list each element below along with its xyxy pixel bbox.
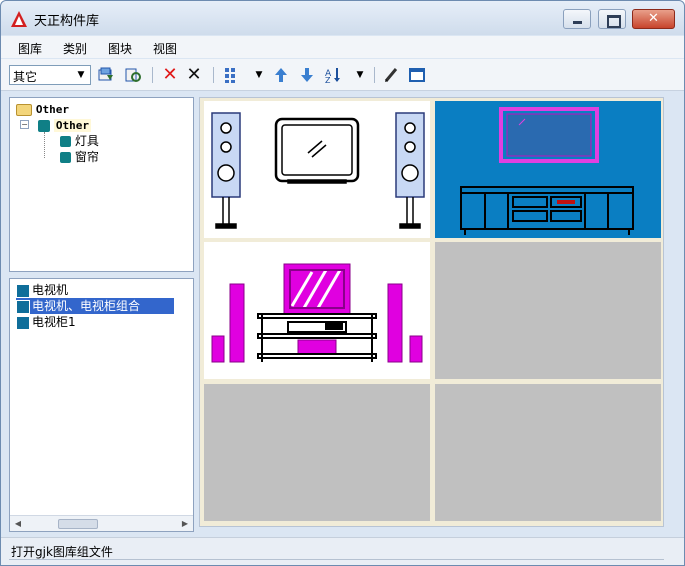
toolbar-separator	[152, 67, 153, 83]
chevron-down-icon: ▼	[77, 70, 85, 80]
delete-icon[interactable]: ✕	[185, 66, 203, 84]
menu-category[interactable]: 类别	[63, 40, 87, 57]
category-select-value: 其它	[13, 70, 38, 84]
list-item[interactable]: 电视机	[16, 282, 68, 298]
horizontal-scrollbar[interactable]: ◀ ▶	[10, 515, 193, 531]
status-bar: 打开gjk图库组文件	[1, 537, 684, 565]
minimize-button[interactable]	[563, 9, 591, 29]
scroll-thumb[interactable]	[58, 519, 98, 529]
menu-block[interactable]: 图块	[108, 40, 132, 57]
block-icon	[16, 315, 30, 330]
tree-collapse-icon[interactable]: −	[20, 120, 29, 129]
category-node-icon	[38, 119, 50, 132]
scroll-left-icon[interactable]: ◀	[12, 518, 24, 530]
list-item-label: 电视机	[32, 283, 69, 297]
preview-grid	[199, 97, 664, 527]
toolbar-separator	[374, 67, 375, 83]
folder-icon	[16, 103, 32, 116]
close-button[interactable]: ✕	[632, 9, 675, 29]
app-logo-icon	[11, 11, 27, 27]
scroll-right-icon[interactable]: ▶	[179, 518, 191, 530]
toolbar: 其它 ▼ ✕ ✕ ▼ AZ ▼	[1, 59, 684, 91]
move-up-icon[interactable]	[272, 66, 290, 84]
tree-root[interactable]: Other	[16, 101, 69, 117]
list-item-selected[interactable]: 电视机、电视柜组合	[16, 298, 174, 314]
open-library-icon[interactable]	[97, 66, 115, 84]
preview-cell-tv-combo[interactable]	[204, 242, 430, 379]
preview-cell-empty	[204, 384, 430, 521]
preview-cell-empty	[435, 384, 661, 521]
view-mode-dropdown-icon[interactable]: ▼	[250, 66, 268, 84]
block-node-icon	[60, 152, 71, 163]
menu-library[interactable]: 图库	[18, 40, 42, 57]
tree-item-curtains[interactable]: 窗帘	[60, 149, 99, 165]
app-window: 天正构件库 ✕ 图库 类别 图块 视图 其它 ▼ ✕ ✕ ▼ A Z ▼ Oth…	[0, 0, 685, 566]
tv-combo-thumbnail	[211, 263, 423, 363]
tree-root-label: Other	[35, 103, 69, 116]
tree-guide-line	[44, 132, 45, 158]
tree-item-lamps[interactable]: 灯具	[60, 133, 99, 149]
delete-red-icon[interactable]: ✕	[161, 66, 179, 84]
preview-cell-empty	[435, 242, 661, 379]
list-item-label: 电视机、电视柜组合	[32, 299, 141, 313]
title-bar[interactable]: 天正构件库 ✕	[1, 1, 684, 35]
sort-dropdown-icon[interactable]: ▼	[351, 66, 369, 84]
block-icon	[16, 299, 30, 314]
edit-icon[interactable]	[382, 66, 400, 84]
menu-bar: 图库 类别 图块 视图	[1, 36, 684, 58]
list-item[interactable]: 电视柜1	[16, 314, 76, 330]
block-list[interactable]: 电视机 电视机、电视柜组合 电视柜1 ◀ ▶	[9, 278, 194, 532]
block-node-icon	[60, 136, 71, 147]
svg-text:Z: Z	[325, 76, 331, 84]
menu-view[interactable]: 视图	[153, 40, 177, 57]
tv-cabinet-thumbnail	[460, 107, 634, 235]
browse-library-icon[interactable]	[124, 66, 142, 84]
category-select[interactable]: 其它 ▼	[9, 65, 91, 85]
view-mode-icon[interactable]	[223, 66, 241, 84]
maximize-button[interactable]	[598, 9, 626, 29]
move-down-icon[interactable]	[298, 66, 316, 84]
tree-item-label: 灯具	[74, 134, 99, 148]
preview-cell-tv-cabinet-selected[interactable]	[435, 101, 661, 238]
tv-speakers-thumbnail	[211, 112, 425, 229]
list-item-label: 电视柜1	[32, 315, 76, 329]
window-title: 天正构件库	[34, 14, 100, 29]
close-icon: ✕	[648, 11, 659, 26]
status-text: 打开gjk图库组文件	[11, 545, 113, 559]
block-icon	[16, 283, 30, 298]
window-icon[interactable]	[408, 66, 426, 84]
tree-item-label: 窗帘	[74, 150, 99, 164]
tree-node-label: Other	[53, 119, 91, 132]
tree-node-other[interactable]: Other	[38, 117, 91, 133]
preview-cell-tv-speakers[interactable]	[204, 101, 430, 238]
sort-icon[interactable]: AZ	[324, 66, 342, 85]
toolbar-separator	[213, 67, 214, 83]
category-tree[interactable]: Other − Other 灯具 窗帘	[9, 97, 194, 272]
